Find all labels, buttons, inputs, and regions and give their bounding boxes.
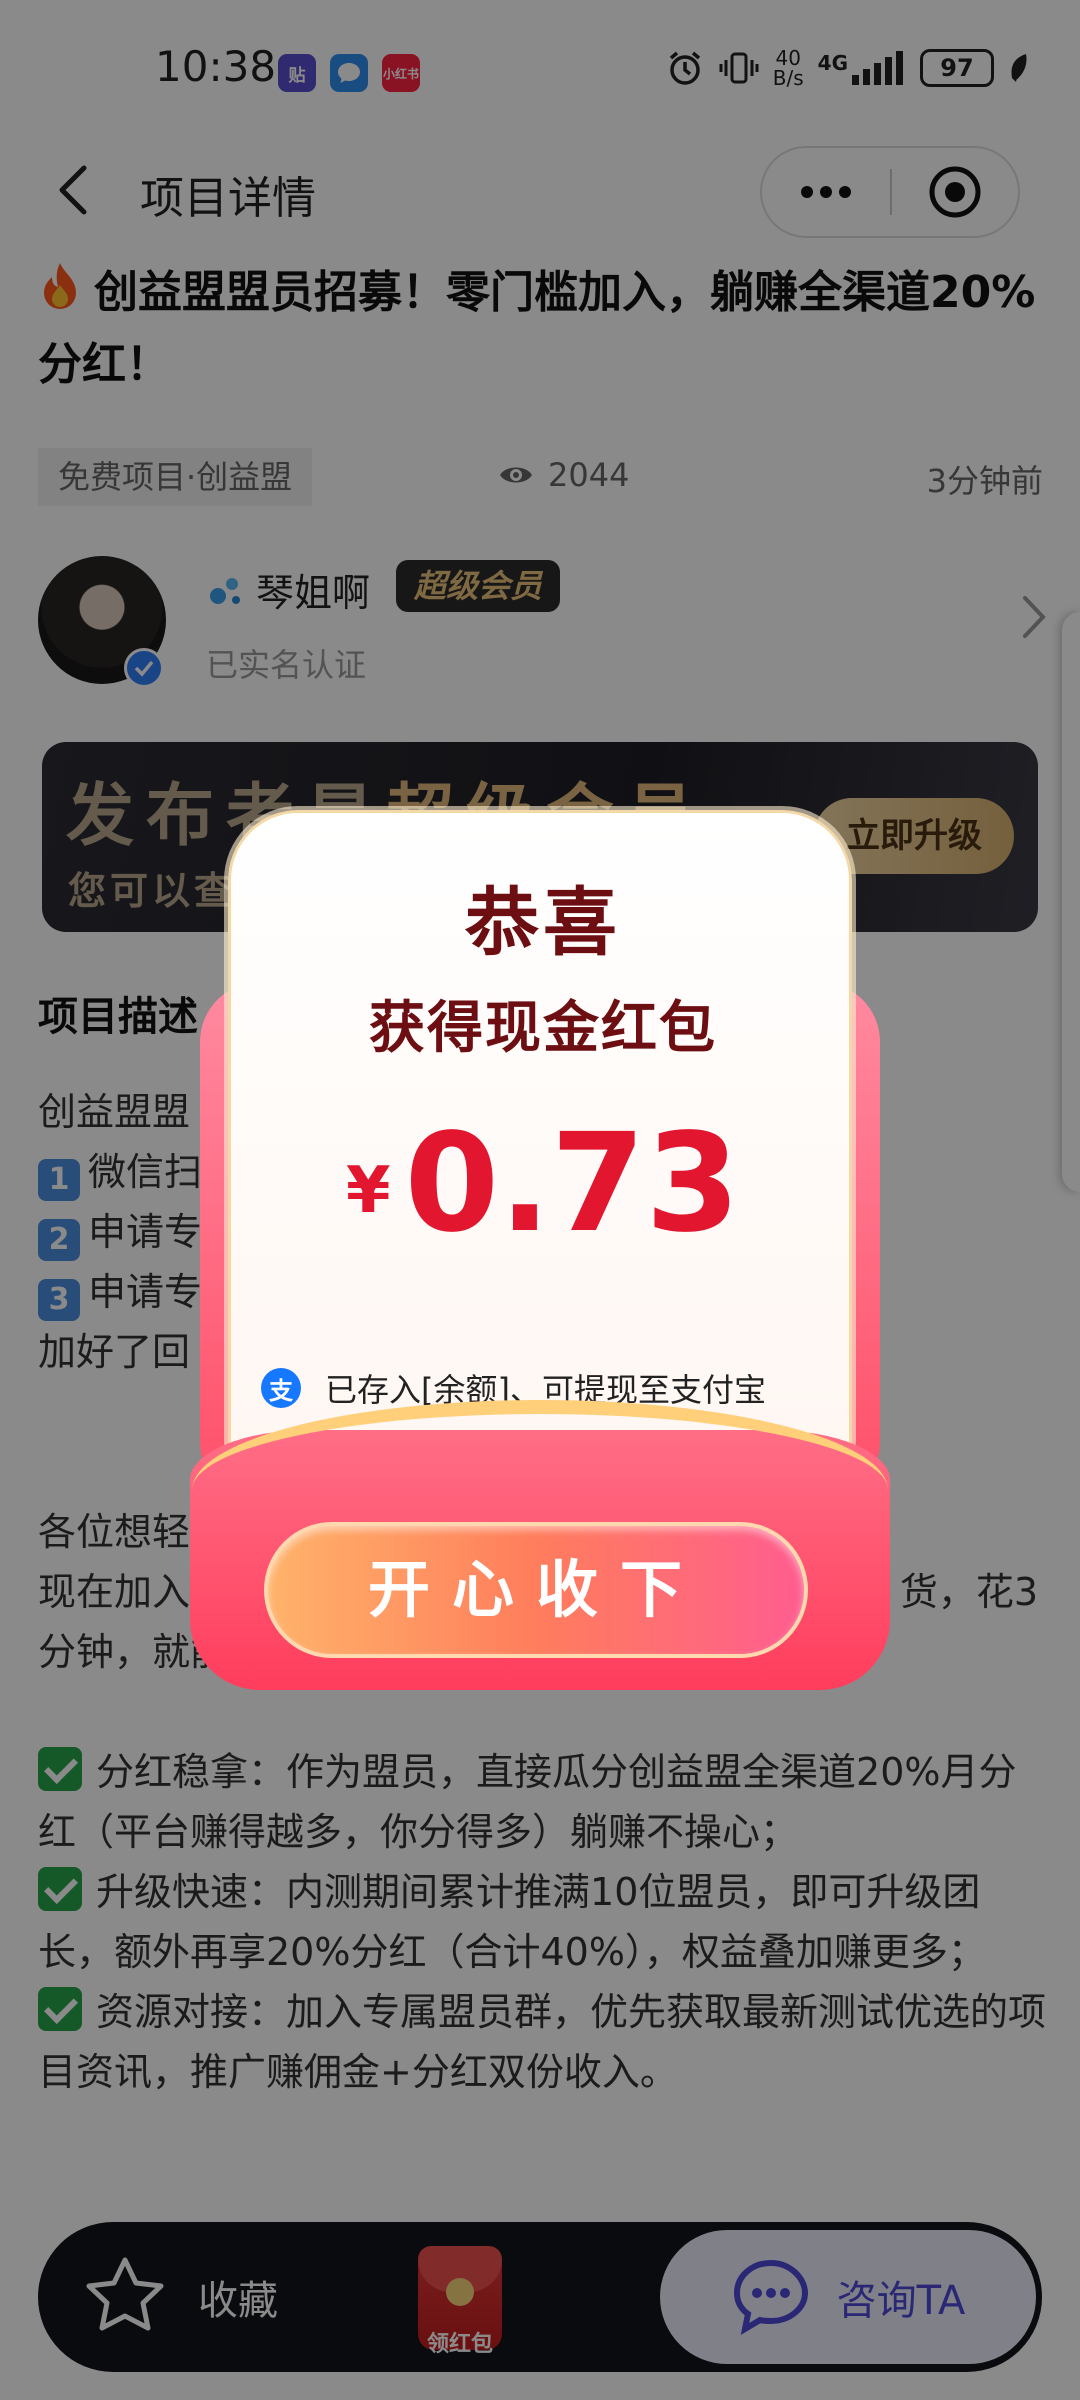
amount-value: 0.73 <box>404 1105 741 1263</box>
reward-amount: ¥0.73 <box>231 1105 855 1263</box>
congrats-title: 恭喜 <box>465 880 621 966</box>
alipay-icon: 支 <box>261 1368 301 1408</box>
currency-symbol: ¥ <box>345 1154 391 1228</box>
red-packet-modal: 恭喜 获得现金红包 ¥0.73 支 已存入[余额]、可提现至支付宝 开心收下 <box>190 810 890 1690</box>
accept-reward-button[interactable]: 开心收下 <box>264 1522 808 1658</box>
reward-subtitle: 获得现金红包 <box>369 996 717 1061</box>
